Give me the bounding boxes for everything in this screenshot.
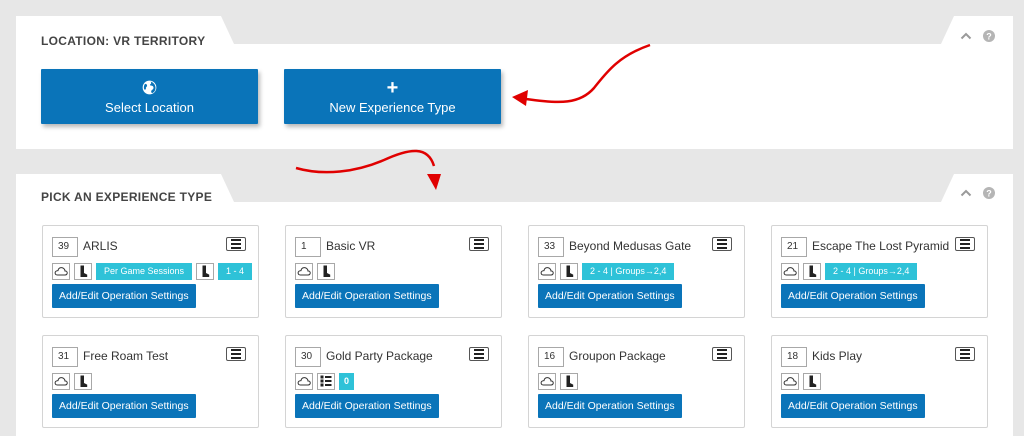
- svg-text:?: ?: [986, 188, 992, 198]
- experience-name: Gold Party Package: [326, 349, 433, 363]
- experience-title: PICK AN EXPERIENCE TYPE: [41, 190, 213, 204]
- select-location-button[interactable]: Select Location: [41, 69, 258, 124]
- cloud-icon: [538, 262, 556, 280]
- experience-count: 31: [52, 347, 78, 367]
- boot-icon: [560, 372, 578, 390]
- add-edit-operation-settings-button[interactable]: Add/Edit Operation Settings: [52, 284, 196, 308]
- add-edit-operation-settings-button[interactable]: Add/Edit Operation Settings: [538, 284, 682, 308]
- experience-name: ARLIS: [83, 239, 118, 253]
- boot-icon: [74, 372, 92, 390]
- help-icon[interactable]: ?: [983, 187, 995, 199]
- boot-icon: [560, 262, 578, 280]
- new-experience-type-button[interactable]: + New Experience Type: [284, 69, 501, 124]
- hamburger-icon[interactable]: [469, 347, 489, 361]
- boot-icon: [803, 262, 821, 280]
- add-edit-operation-settings-button[interactable]: Add/Edit Operation Settings: [538, 394, 682, 418]
- hamburger-icon[interactable]: [712, 237, 732, 251]
- chevron-up-icon[interactable]: [960, 32, 972, 40]
- add-edit-operation-settings-button[interactable]: Add/Edit Operation Settings: [52, 394, 196, 418]
- experience-card: 31 Free Roam Test Add/Edit Operation Set…: [42, 335, 259, 428]
- experience-count: 16: [538, 347, 564, 367]
- cloud-icon: [295, 262, 313, 280]
- boot-icon: [196, 262, 215, 280]
- experience-card: 18 Kids Play Add/Edit Operation Settings: [771, 335, 988, 428]
- cloud-icon: [52, 262, 70, 280]
- add-edit-operation-settings-button[interactable]: Add/Edit Operation Settings: [295, 394, 439, 418]
- experience-card: 33 Beyond Medusas Gate 2 - 4 | Groups→2,…: [528, 225, 745, 318]
- experience-attributes: [52, 372, 92, 390]
- hamburger-icon[interactable]: [955, 237, 975, 251]
- hamburger-icon[interactable]: [226, 347, 246, 361]
- experience-attributes: Per Game Sessions 1 - 4: [52, 262, 253, 280]
- experience-count: 39: [52, 237, 78, 257]
- experience-name: Basic VR: [326, 239, 376, 253]
- hamburger-icon[interactable]: [955, 347, 975, 361]
- cloud-icon: [295, 372, 313, 390]
- boot-icon: [74, 262, 92, 280]
- experience-name: Groupon Package: [569, 349, 666, 363]
- experience-count: 33: [538, 237, 564, 257]
- list-icon: [317, 372, 335, 390]
- experience-name: Kids Play: [812, 349, 863, 363]
- player-range-tag: 1 - 4: [218, 262, 253, 280]
- experience-name: Beyond Medusas Gate: [569, 239, 692, 253]
- cloud-icon: [52, 372, 70, 390]
- count-tag: 0: [339, 372, 355, 390]
- experience-card: 21 Escape The Lost Pyramid 2 - 4 | Group…: [771, 225, 988, 318]
- experience-name: Free Roam Test: [83, 349, 169, 363]
- experience-attributes: [781, 372, 821, 390]
- hamburger-icon[interactable]: [469, 237, 489, 251]
- session-type-tag: Per Game Sessions: [96, 262, 193, 280]
- new-experience-type-label: New Experience Type: [329, 99, 456, 115]
- add-edit-operation-settings-button[interactable]: Add/Edit Operation Settings: [781, 284, 925, 308]
- experience-card: 1 Basic VR Add/Edit Operation Settings: [285, 225, 502, 318]
- experience-panel: PICK AN EXPERIENCE TYPE ? 39 ARLIS Per G…: [16, 174, 1013, 436]
- experience-count: 18: [781, 347, 807, 367]
- experience-count: 30: [295, 347, 321, 367]
- hamburger-icon[interactable]: [712, 347, 732, 361]
- cloud-icon: [781, 372, 799, 390]
- experience-count: 21: [781, 237, 807, 257]
- experience-attributes: [538, 372, 578, 390]
- cloud-icon: [538, 372, 556, 390]
- panel-tools: ?: [960, 30, 995, 42]
- experience-attributes: [295, 262, 335, 280]
- svg-text:?: ?: [986, 31, 992, 41]
- hamburger-icon[interactable]: [226, 237, 246, 251]
- add-edit-operation-settings-button[interactable]: Add/Edit Operation Settings: [781, 394, 925, 418]
- experience-card: 30 Gold Party Package 0 Add/Edit Operati…: [285, 335, 502, 428]
- experience-card: 39 ARLIS Per Game Sessions 1 - 4 Add/Edi…: [42, 225, 259, 318]
- experience-card: 16 Groupon Package Add/Edit Operation Se…: [528, 335, 745, 428]
- boot-icon: [317, 262, 335, 280]
- experience-name: Escape The Lost Pyramid: [812, 239, 950, 253]
- chevron-up-icon[interactable]: [960, 189, 972, 197]
- location-panel: LOCATION: VR TERRITORY ? Select Location…: [16, 16, 1013, 149]
- experience-count: 1: [295, 237, 321, 257]
- location-title: LOCATION: VR TERRITORY: [41, 34, 206, 48]
- player-range-tag: 2 - 4 | Groups→2,4: [825, 262, 918, 280]
- cloud-icon: [781, 262, 799, 280]
- globe-icon: [142, 79, 157, 97]
- help-icon[interactable]: ?: [983, 30, 995, 42]
- plus-icon: +: [386, 76, 399, 99]
- panel-tools: ?: [960, 187, 995, 199]
- add-edit-operation-settings-button[interactable]: Add/Edit Operation Settings: [295, 284, 439, 308]
- experience-attributes: 2 - 4 | Groups→2,4: [781, 262, 918, 280]
- player-range-tag: 2 - 4 | Groups→2,4: [582, 262, 675, 280]
- boot-icon: [803, 372, 821, 390]
- select-location-label: Select Location: [105, 99, 194, 115]
- experience-attributes: 0: [295, 372, 355, 390]
- experience-attributes: 2 - 4 | Groups→2,4: [538, 262, 675, 280]
